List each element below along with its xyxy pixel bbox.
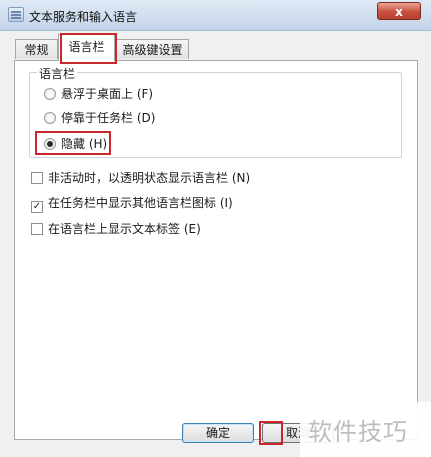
radio-float-on-desktop[interactable]: 悬浮于桌面上 (F) — [44, 86, 153, 102]
app-window-icon — [8, 7, 24, 22]
cancel-highlight-box — [259, 421, 283, 445]
radio-dock-in-taskbar[interactable]: 停靠于任务栏 (D) — [44, 110, 155, 126]
checkbox-transparent-inactive[interactable]: 非活动时，以透明状态显示语言栏 (N) — [31, 170, 250, 186]
radio-label: 停靠于任务栏 (D) — [61, 111, 156, 125]
checkbox-show-extra-icons[interactable]: ✓ 在任务栏中显示其他语言栏图标 (I) — [31, 195, 233, 213]
tab-general[interactable]: 常规 — [15, 39, 58, 59]
checkbox-label: 在任务栏中显示其他语言栏图标 (I) — [48, 196, 233, 210]
group-title: 语言栏 — [37, 65, 78, 82]
watermark-text: 软件技巧 — [308, 418, 408, 446]
checkbox-label: 非活动时，以透明状态显示语言栏 (N) — [48, 171, 251, 185]
checkbox[interactable] — [31, 223, 43, 235]
radio-button[interactable] — [44, 112, 56, 124]
tab-advanced-key-settings[interactable]: 高级键设置 — [116, 39, 189, 59]
close-button[interactable]: x — [377, 2, 421, 20]
radio-button[interactable] — [44, 88, 56, 100]
checkbox-checked[interactable]: ✓ — [31, 201, 43, 213]
tab-highlight-box — [60, 33, 117, 64]
title-bar: 文本服务和输入语言 x — [0, 0, 431, 31]
ok-button[interactable]: 确定 — [182, 423, 254, 443]
radio-label: 悬浮于桌面上 (F) — [61, 87, 154, 101]
option-highlight-box — [35, 131, 111, 155]
checkbox-label: 在语言栏上显示文本标签 (E) — [48, 222, 201, 236]
checkbox[interactable] — [31, 172, 43, 184]
checkbox-show-text-labels[interactable]: 在语言栏上显示文本标签 (E) — [31, 221, 201, 237]
window-title: 文本服务和输入语言 — [29, 10, 138, 24]
watermark-overlay: 软件技巧 — [300, 402, 431, 457]
